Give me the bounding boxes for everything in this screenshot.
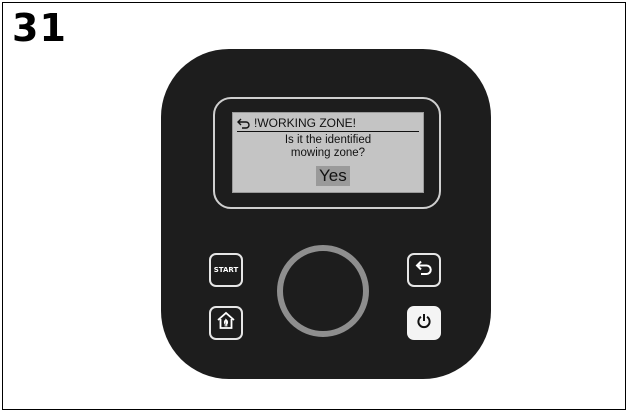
- step-number: 31: [12, 6, 67, 50]
- screen-bezel: !WORKING ZONE! Is it the identified mowi…: [213, 97, 441, 209]
- back-arrow-icon: [415, 260, 433, 281]
- screen-header: !WORKING ZONE!: [237, 115, 419, 132]
- control-panel: !WORKING ZONE! Is it the identified mowi…: [161, 49, 491, 379]
- back-button[interactable]: [407, 253, 441, 287]
- screen-question: Is it the identified mowing zone?: [237, 134, 419, 160]
- start-button[interactable]: START: [209, 253, 243, 287]
- figure-frame: 31 !WORKING ZONE! Is it the identified m…: [2, 2, 626, 410]
- answer-option-yes[interactable]: Yes: [316, 166, 350, 186]
- power-icon: [416, 313, 432, 334]
- screen-title: !WORKING ZONE!: [254, 116, 356, 130]
- power-button[interactable]: [407, 306, 441, 340]
- question-line-2: mowing zone?: [290, 147, 366, 159]
- home-icon: [216, 311, 236, 336]
- lcd-screen: !WORKING ZONE! Is it the identified mowi…: [232, 112, 424, 193]
- rotary-dial[interactable]: [277, 245, 369, 337]
- back-arrow-icon: [237, 118, 251, 129]
- question-line-1: Is it the identified: [284, 134, 372, 146]
- home-button[interactable]: [209, 306, 243, 340]
